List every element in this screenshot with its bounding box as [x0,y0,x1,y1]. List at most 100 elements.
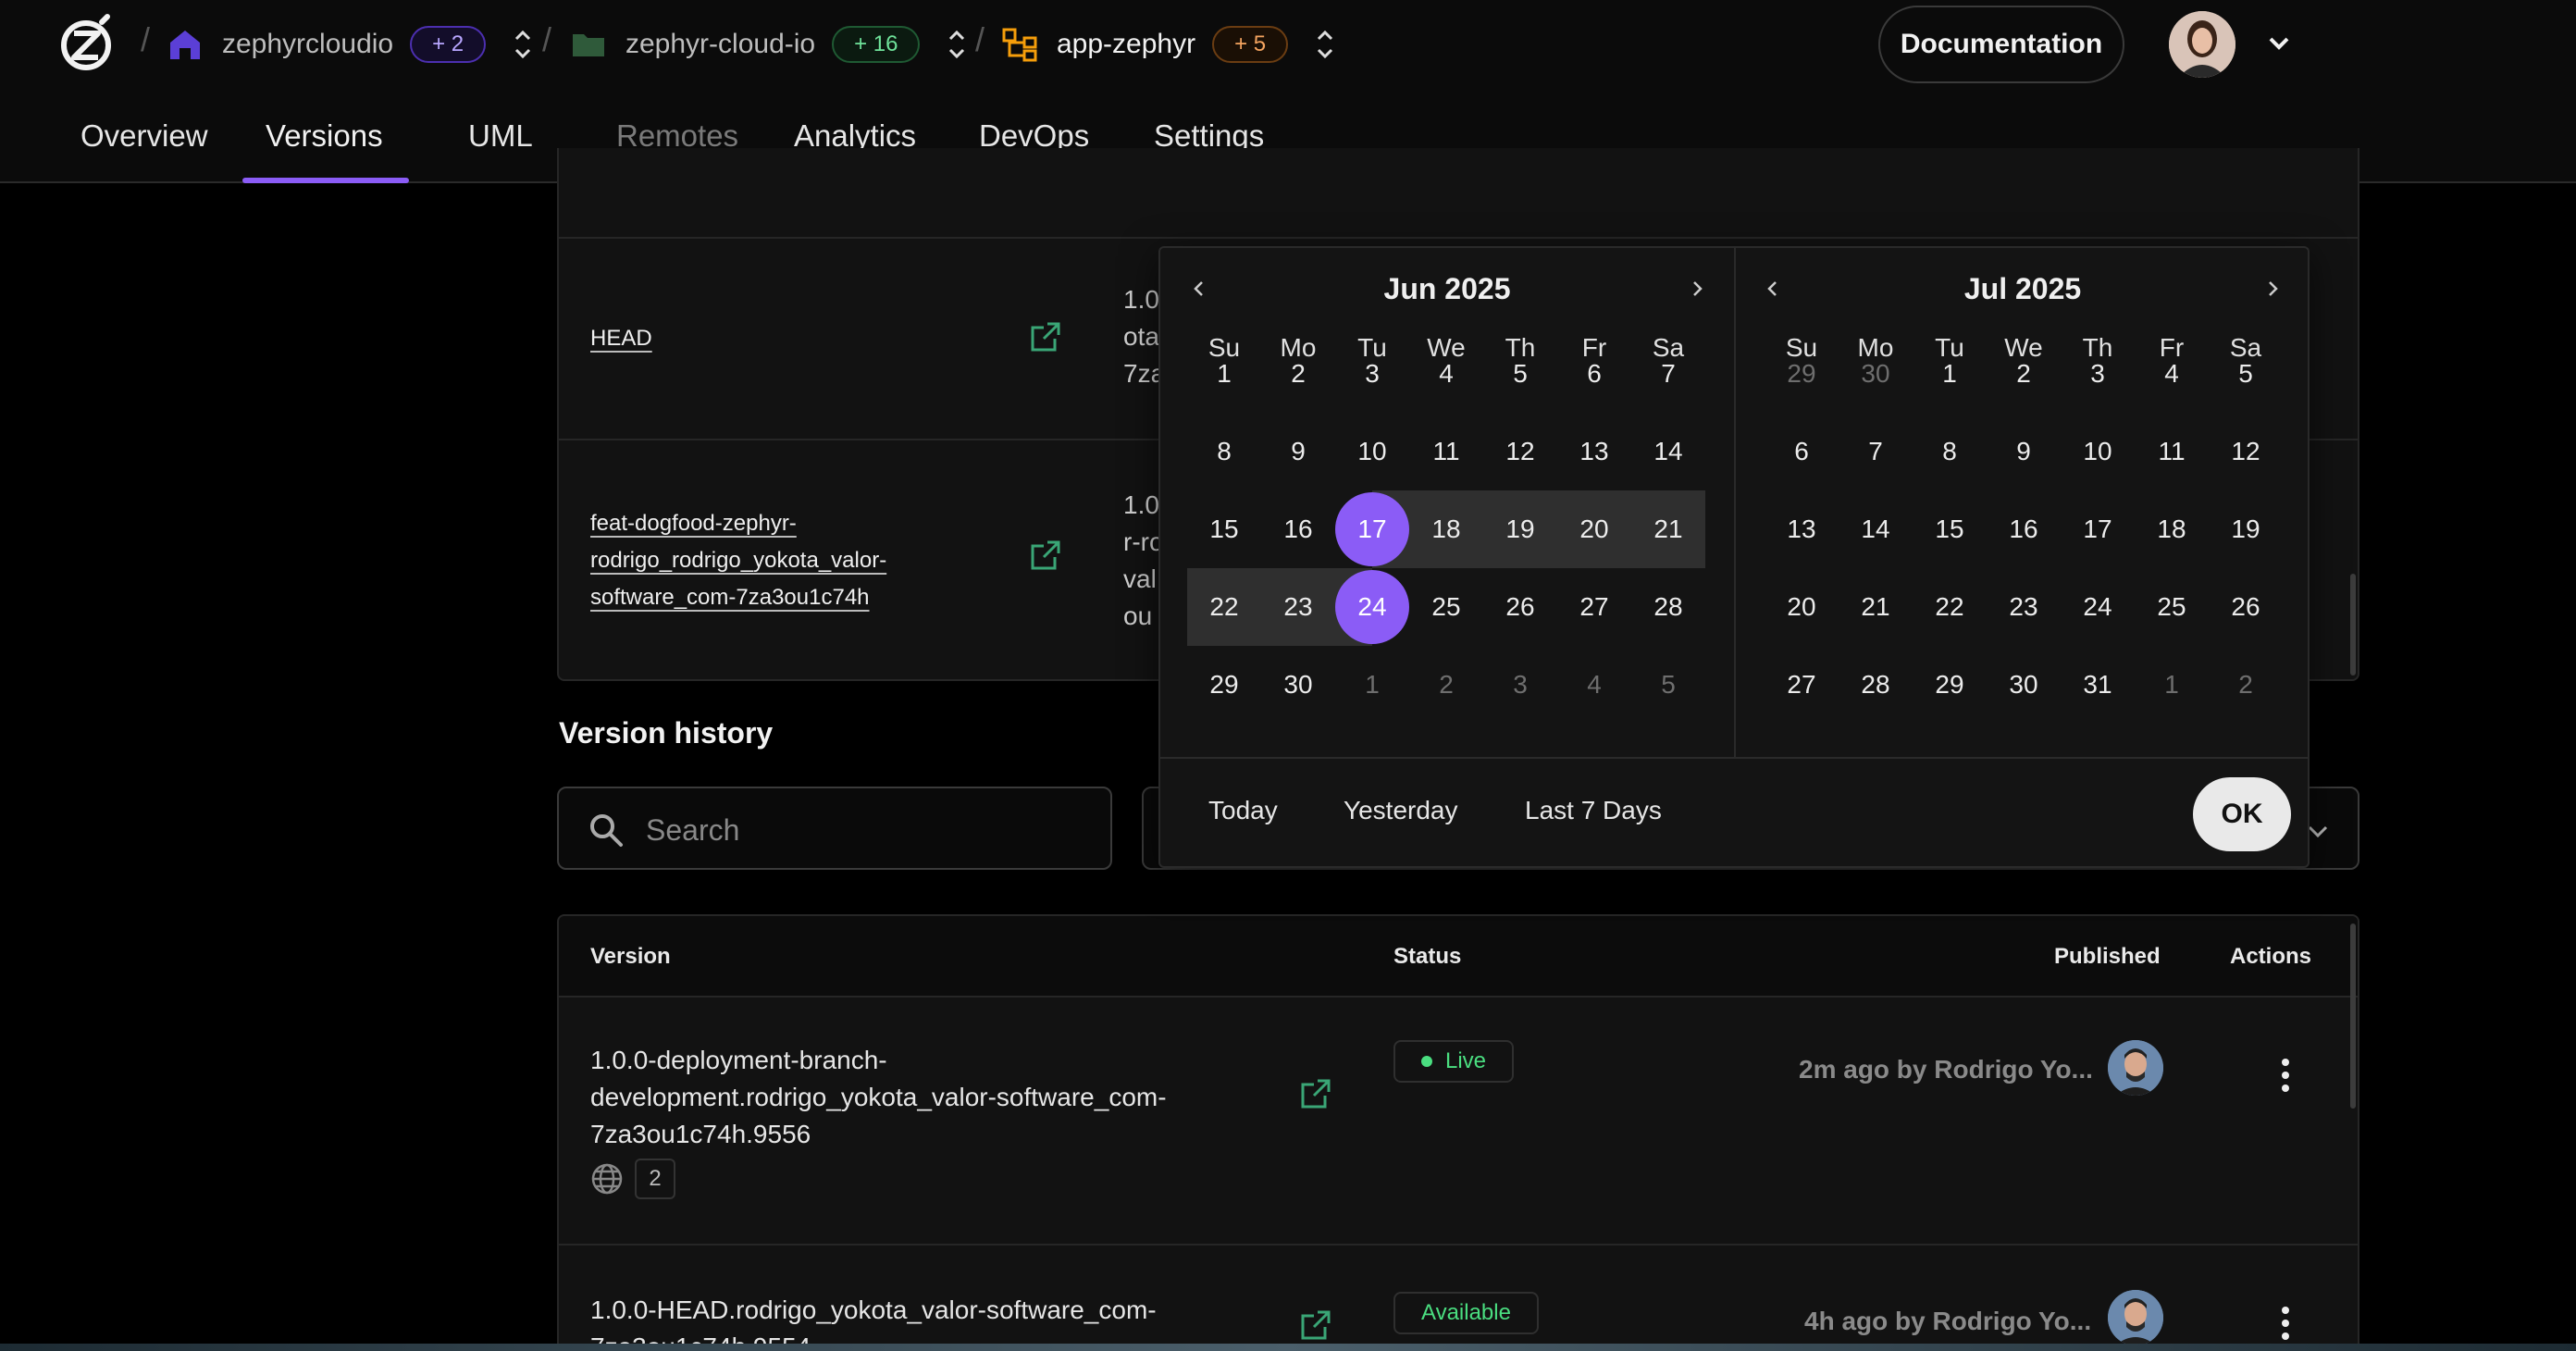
calendar-day[interactable]: 20 [1557,490,1631,568]
calendar-day[interactable]: 3 [1483,646,1557,724]
column-header-published[interactable]: Published [2054,944,2161,970]
breadcrumb-org[interactable]: zephyrcloudio + 2 [167,19,534,70]
chevron-right-icon[interactable] [2260,276,2285,302]
calendar-day[interactable]: 26 [2209,568,2283,646]
calendar-day[interactable]: 19 [1483,490,1557,568]
breadcrumb-project[interactable]: zephyr-cloud-io + 16 [570,19,968,70]
ok-button[interactable]: OK [2193,777,2291,851]
calendar-day[interactable]: 1 [1187,335,1261,413]
calendar-day[interactable]: 11 [1409,413,1483,490]
calendar-day[interactable]: 4 [1409,335,1483,413]
calendar-day[interactable]: 5 [1483,335,1557,413]
calendar-day[interactable]: 10 [2061,413,2135,490]
search-field[interactable] [557,787,1112,870]
chevron-down-icon[interactable] [2265,30,2293,57]
calendar-day[interactable]: 30 [1839,335,1913,413]
calendar-day[interactable]: 29 [1913,646,1987,724]
calendar-day[interactable]: 12 [2209,413,2283,490]
calendar-day[interactable]: 16 [1261,490,1335,568]
search-input[interactable] [646,807,1090,853]
calendar-day[interactable]: 21 [1839,568,1913,646]
calendar-day[interactable]: 4 [1557,646,1631,724]
calendar-day[interactable]: 2 [2209,646,2283,724]
calendar-day[interactable]: 29 [1187,646,1261,724]
calendar-day[interactable]: 28 [1839,646,1913,724]
calendar-day[interactable]: 15 [1913,490,1987,568]
calendar-day[interactable]: 31 [2061,646,2135,724]
chevron-updown-icon[interactable] [512,26,534,63]
calendar-day[interactable]: 14 [1839,490,1913,568]
calendar-day[interactable]: 1 [2135,646,2209,724]
calendar-day[interactable]: 13 [1765,490,1839,568]
chevron-updown-icon[interactable] [946,26,968,63]
quick-range-today[interactable]: Today [1208,796,1278,825]
calendar-day[interactable]: 5 [1631,646,1705,724]
calendar-day[interactable]: 15 [1187,490,1261,568]
scrollbar[interactable] [2350,574,2356,676]
branch-link-feat-dogfood[interactable]: feat-dogfood-zephyr- rodrigo_rodrigo_yok… [590,505,886,616]
calendar-day[interactable]: 14 [1631,413,1705,490]
external-link-icon[interactable] [1027,537,1064,574]
column-header-version[interactable]: Version [590,944,671,970]
calendar-day[interactable]: 2 [1987,335,2061,413]
calendar-day[interactable]: 9 [1987,413,2061,490]
documentation-button[interactable]: Documentation [1878,6,2124,83]
calendar-day[interactable]: 28 [1631,568,1705,646]
more-actions-icon[interactable] [2278,1057,2293,1094]
external-link-icon[interactable] [1297,1307,1334,1344]
calendar-day[interactable]: 23 [1261,568,1335,646]
calendar-day[interactable]: 7 [1839,413,1913,490]
calendar-day[interactable]: 22 [1187,568,1261,646]
branch-link-head[interactable]: HEAD [590,320,652,357]
external-link-icon[interactable] [1297,1075,1334,1112]
calendar-day[interactable]: 30 [1987,646,2061,724]
calendar-day[interactable]: 12 [1483,413,1557,490]
calendar-day[interactable]: 27 [1557,568,1631,646]
calendar-day[interactable]: 19 [2209,490,2283,568]
calendar-day[interactable]: 1 [1913,335,1987,413]
calendar-day[interactable]: 25 [2135,568,2209,646]
calendar-day[interactable]: 5 [2209,335,2283,413]
calendar-day[interactable]: 29 [1765,335,1839,413]
calendar-day[interactable]: 2 [1261,335,1335,413]
chevron-updown-icon[interactable] [1314,26,1336,63]
calendar-day[interactable]: 13 [1557,413,1631,490]
calendar-day[interactable]: 6 [1557,335,1631,413]
calendar-day[interactable]: 3 [1335,335,1409,413]
chevron-right-icon[interactable] [1684,276,1710,302]
calendar-day[interactable]: 8 [1913,413,1987,490]
calendar-day[interactable]: 8 [1187,413,1261,490]
quick-range-last-7-days[interactable]: Last 7 Days [1525,796,1662,825]
calendar-day[interactable]: 2 [1409,646,1483,724]
calendar-day[interactable]: 23 [1987,568,2061,646]
tab-uml[interactable]: UML [468,118,533,183]
range-start-day[interactable]: 17 [1335,490,1409,568]
calendar-day[interactable]: 18 [1409,490,1483,568]
calendar-day[interactable]: 3 [2061,335,2135,413]
calendar-day[interactable]: 7 [1631,335,1705,413]
quick-range-yesterday[interactable]: Yesterday [1344,796,1458,825]
calendar-day[interactable]: 17 [2061,490,2135,568]
breadcrumb-app[interactable]: app-zephyr + 5 [1001,19,1336,70]
calendar-day[interactable]: 21 [1631,490,1705,568]
calendar-day[interactable]: 4 [2135,335,2209,413]
more-actions-icon[interactable] [2278,1305,2293,1342]
calendar-day[interactable]: 16 [1987,490,2061,568]
user-avatar[interactable] [2169,11,2235,78]
calendar-day[interactable]: 6 [1765,413,1839,490]
calendar-day[interactable]: 27 [1765,646,1839,724]
version-name[interactable]: 1.0.0-deployment-branch-development.rodr… [590,1042,1220,1153]
column-header-status[interactable]: Status [1393,944,1461,970]
tab-versions[interactable]: Versions [266,118,383,183]
calendar-day[interactable]: 25 [1409,568,1483,646]
calendar-day[interactable]: 18 [2135,490,2209,568]
external-link-icon[interactable] [1027,318,1064,355]
calendar-day[interactable]: 22 [1913,568,1987,646]
zephyr-logo-icon[interactable] [56,13,117,74]
calendar-day[interactable]: 10 [1335,413,1409,490]
calendar-day[interactable]: 20 [1765,568,1839,646]
scrollbar[interactable] [2350,923,2356,1109]
range-end-day[interactable]: 24 [1335,568,1409,646]
calendar-day[interactable]: 30 [1261,646,1335,724]
tab-overview[interactable]: Overview [80,118,208,183]
